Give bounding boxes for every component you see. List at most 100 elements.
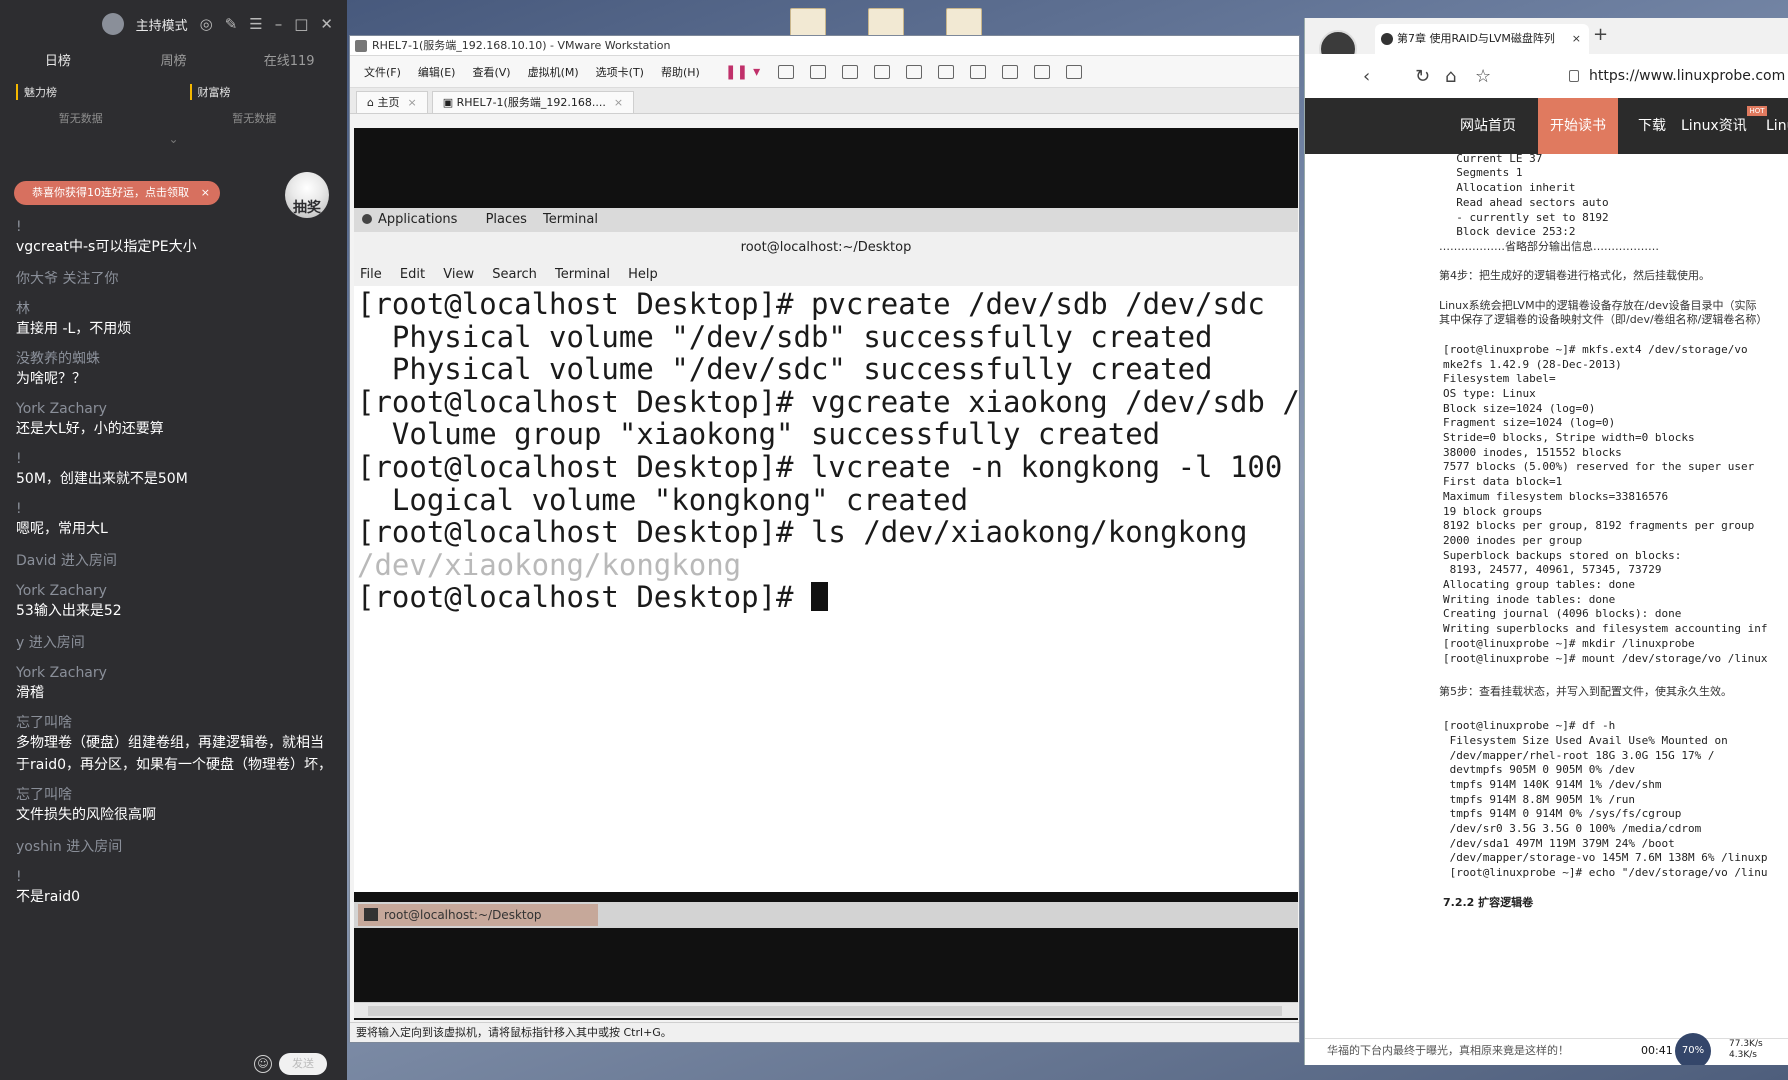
chat-username[interactable]: ! bbox=[16, 500, 336, 518]
menu-tabs[interactable]: 选项卡(T) bbox=[596, 64, 644, 80]
bookmark-star-icon[interactable]: ☆ bbox=[1475, 66, 1491, 87]
terminal-line: Logical volume "kongkong" created bbox=[357, 482, 969, 517]
clock-time: 00:41 bbox=[1641, 1044, 1673, 1057]
nav-download[interactable]: 下载 bbox=[1638, 98, 1666, 154]
menu-view[interactable]: 查看(V) bbox=[472, 64, 510, 80]
menu-file[interactable]: 文件(F) bbox=[364, 64, 401, 80]
tab-daily[interactable]: 日榜 bbox=[0, 50, 116, 69]
menu-icon[interactable]: ☰ bbox=[249, 15, 262, 33]
lottery-label: 抽奖 bbox=[293, 200, 321, 216]
nav-start-reading[interactable]: 开始读书 bbox=[1538, 98, 1618, 154]
unity-icon[interactable] bbox=[1002, 64, 1019, 79]
tab-rhel7-vm[interactable]: ▣ RHEL7-1(服务端_192.168.... × bbox=[431, 91, 635, 113]
chat-username[interactable]: York Zachary bbox=[16, 582, 336, 600]
console-view-icon[interactable] bbox=[1034, 64, 1051, 79]
horizontal-scrollbar[interactable] bbox=[354, 1002, 1298, 1018]
new-tab-icon[interactable]: + bbox=[1593, 24, 1608, 45]
lottery-button[interactable]: 抽奖 bbox=[285, 172, 329, 218]
article-content[interactable]: LV Size 148.00 MiB Current LE 37 Segment… bbox=[1305, 154, 1788, 1054]
thumbnail-bar-icon[interactable] bbox=[938, 64, 955, 79]
terminal-window[interactable]: root@localhost:~/Desktop File Edit View … bbox=[354, 232, 1298, 892]
scrollbar-thumb[interactable] bbox=[368, 1006, 1282, 1016]
close-icon[interactable]: × bbox=[614, 96, 623, 109]
gnome-taskbar: root@localhost:~/Desktop bbox=[354, 902, 1298, 928]
taskbar-terminal-item[interactable]: root@localhost:~/Desktop bbox=[358, 904, 598, 926]
reload-icon[interactable]: ↻ bbox=[1415, 66, 1430, 87]
window-title: RHEL7-1(服务端_192.168.10.10) - VMware Work… bbox=[372, 39, 671, 52]
tab-home[interactable]: ⌂ 主页 × bbox=[356, 91, 428, 113]
chat-username[interactable]: ! bbox=[16, 868, 336, 886]
chat-username[interactable]: York Zachary bbox=[16, 400, 336, 418]
send-button[interactable]: 发送 bbox=[279, 1053, 327, 1075]
settings-icon[interactable]: ◎ bbox=[200, 15, 213, 33]
chat-username[interactable]: 忘了叫啥 bbox=[16, 786, 336, 804]
chat-username[interactable]: York Zachary bbox=[16, 664, 336, 682]
menu-vm[interactable]: 虚拟机(M) bbox=[528, 64, 579, 80]
home-icon[interactable]: ⌂ bbox=[1445, 66, 1456, 87]
menu-help[interactable]: 帮助(H) bbox=[661, 64, 700, 80]
browser-tab-strip: 第7章 使用RAID与LVM磁盘阵列 × + bbox=[1305, 18, 1788, 68]
edit-icon[interactable]: ✎ bbox=[225, 15, 238, 33]
snapshot-manager-icon[interactable] bbox=[874, 64, 891, 79]
close-icon[interactable]: ✕ bbox=[320, 15, 333, 33]
maximize-icon[interactable]: □ bbox=[294, 15, 308, 33]
chat-message: ! vgcreat中-s可以指定PE大小 bbox=[16, 218, 336, 258]
chevron-down-icon[interactable]: ⌄ bbox=[0, 132, 347, 148]
terminal-menu-terminal[interactable]: Terminal bbox=[555, 267, 610, 282]
terminal-menu-help[interactable]: Help bbox=[628, 267, 658, 282]
close-icon[interactable]: × bbox=[201, 181, 210, 205]
applications-menu[interactable]: Applications bbox=[362, 212, 469, 227]
code-line: [root@linuxprobe ~]# mount /dev/storage/… bbox=[1443, 651, 1768, 665]
fullscreen-icon[interactable] bbox=[970, 64, 987, 79]
chat-message-list: ! vgcreat中-s可以指定PE大小 你大爷 关注了你林直接用 -L，不用烦 没教… bbox=[16, 218, 336, 918]
tab-chapter7[interactable]: 第7章 使用RAID与LVM磁盘阵列 × bbox=[1375, 24, 1589, 54]
article-paragraph: 第5步：查看挂载状态，并写入到配置文件，使其永久生效。 bbox=[1439, 685, 1732, 699]
nav-home[interactable]: 网站首页 bbox=[1460, 98, 1516, 154]
places-menu[interactable]: Places bbox=[486, 212, 527, 227]
nav-linux-news[interactable]: Linux资讯 bbox=[1681, 98, 1747, 154]
news-ticker[interactable]: 华福的下台内最终于曝光，真相原来竟是这样的！ bbox=[1327, 1044, 1569, 1057]
send-ctrl-alt-del-icon[interactable] bbox=[778, 64, 795, 79]
minimize-icon[interactable]: – bbox=[275, 15, 283, 33]
terminal-line: Physical volume "/dev/sdc" successfully … bbox=[357, 352, 1213, 387]
url-field[interactable]: https://www.linuxprobe.com bbox=[1589, 68, 1785, 84]
tab-online[interactable]: 在线119 bbox=[231, 50, 347, 69]
sidebar-toggle-icon[interactable] bbox=[906, 64, 923, 79]
chat-username[interactable]: ! bbox=[16, 450, 336, 468]
terminal-menubar: File Edit View Search Terminal Help bbox=[354, 264, 1298, 286]
charm-ranking: 魅力榜 暂无数据 bbox=[0, 84, 174, 126]
close-icon[interactable]: × bbox=[1572, 24, 1581, 54]
hot-badge: HOT bbox=[1747, 106, 1767, 116]
chat-message: yoshin 进入房间 bbox=[16, 836, 336, 858]
gift-banner[interactable]: 恭喜你获得10连好运，点击领取 × bbox=[14, 181, 220, 205]
chat-message: 你大爷 关注了你 bbox=[16, 268, 336, 290]
terminal-menu-file[interactable]: File bbox=[360, 267, 382, 282]
chat-username[interactable]: 林 bbox=[16, 300, 336, 318]
terminal-prompt-line[interactable]: [root@localhost Desktop]# bbox=[357, 581, 1298, 614]
nav-linux[interactable]: Linu bbox=[1766, 98, 1788, 154]
chat-username[interactable]: 忘了叫啥 bbox=[16, 714, 336, 732]
revert-snapshot-icon[interactable] bbox=[842, 64, 859, 79]
terminal-output[interactable]: [root@localhost Desktop]# pvcreate /dev/… bbox=[354, 286, 1298, 614]
ranking-lists: 魅力榜 暂无数据 财富榜 暂无数据 bbox=[0, 84, 347, 126]
back-icon[interactable]: ‹ bbox=[1363, 66, 1370, 87]
chat-username[interactable]: 没教养的蜘蛛 bbox=[16, 350, 336, 368]
terminal-menu-edit[interactable]: Edit bbox=[400, 267, 425, 282]
host-avatar[interactable] bbox=[101, 13, 124, 35]
snapshot-icon[interactable] bbox=[810, 64, 827, 79]
terminal-menu[interactable]: Terminal bbox=[543, 212, 598, 227]
emoji-icon[interactable]: ☺ bbox=[254, 1055, 272, 1073]
lock-icon bbox=[1569, 70, 1579, 82]
article-paragraph: ………………省略部分输出信息……………… bbox=[1439, 239, 1659, 253]
cpu-usage-ball[interactable]: 70% bbox=[1675, 1033, 1711, 1065]
vm-console[interactable]: Applications Places Terminal root@localh… bbox=[354, 128, 1298, 1020]
terminal-menu-search[interactable]: Search bbox=[492, 267, 537, 282]
chat-username[interactable]: ! bbox=[16, 218, 336, 236]
tab-weekly[interactable]: 周榜 bbox=[116, 50, 232, 69]
close-icon[interactable]: × bbox=[407, 96, 416, 109]
stretch-view-icon[interactable] bbox=[1066, 64, 1083, 79]
vm-tab-strip: ⌂ 主页 × ▣ RHEL7-1(服务端_192.168.... × bbox=[350, 88, 1299, 114]
menu-edit[interactable]: 编辑(E) bbox=[418, 64, 456, 80]
pause-icon[interactable]: ❚❚ ▾ bbox=[725, 64, 760, 80]
terminal-menu-view[interactable]: View bbox=[443, 267, 474, 282]
